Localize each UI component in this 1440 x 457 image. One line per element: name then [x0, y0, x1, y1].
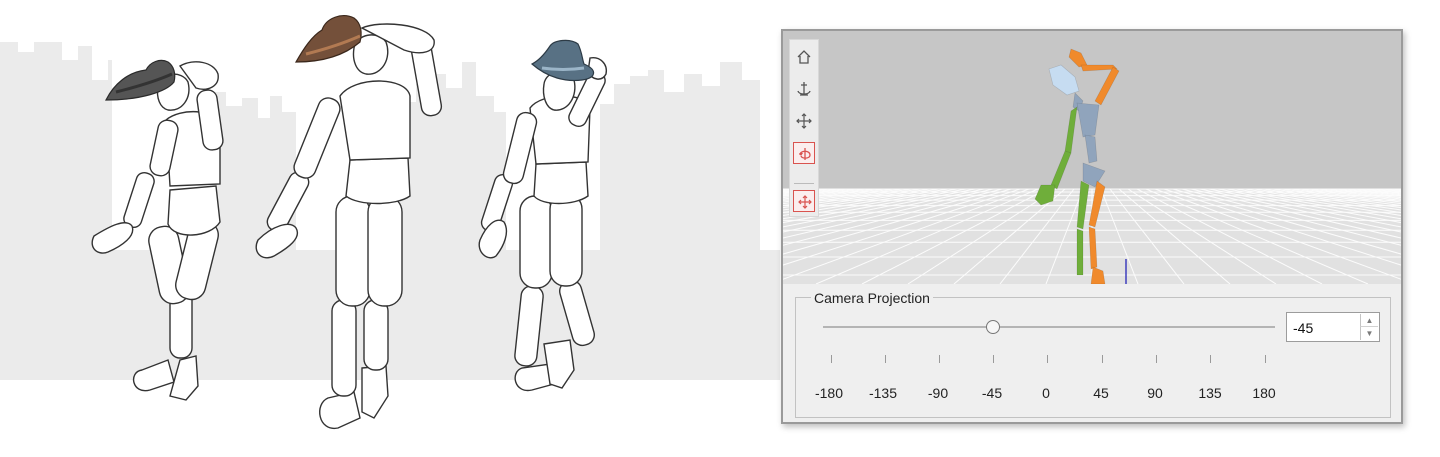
slider-tick: [1156, 355, 1157, 363]
anchor-icon[interactable]: [793, 78, 815, 100]
pose-editor-window: Camera Projection -45 ▲ ▼ -180 -135 -90 …: [781, 29, 1403, 424]
slider-tick: [885, 355, 886, 363]
tick-label: -90: [927, 385, 949, 401]
fedora-hat-blue: [530, 39, 595, 82]
tick-label: 45: [1093, 385, 1109, 401]
tick-label: -45: [981, 385, 1003, 401]
bone-left-shin[interactable]: [1076, 228, 1084, 276]
mannequin-figure-3: [478, 39, 607, 392]
slider-tick: [1210, 355, 1211, 363]
spin-up-icon[interactable]: ▲: [1360, 314, 1378, 327]
tick-label: 0: [1042, 385, 1050, 401]
mannequin-figure-1: [91, 59, 224, 401]
viewport-toolbar: [789, 39, 819, 217]
slider-tick: [1102, 355, 1103, 363]
slider-tick: [1265, 355, 1266, 363]
spin-down-icon[interactable]: ▼: [1360, 327, 1378, 340]
rotate-icon[interactable]: [793, 142, 815, 164]
camera-projection-title: Camera Projection: [811, 290, 933, 306]
slider-tick: [1047, 355, 1048, 363]
camera-projection-value[interactable]: -45: [1293, 320, 1313, 336]
viewport-scene: [783, 31, 1401, 284]
3d-viewport[interactable]: [783, 31, 1401, 284]
move-icon[interactable]: [793, 110, 815, 132]
tick-label: 135: [1198, 385, 1222, 401]
tick-label: 90: [1147, 385, 1163, 401]
mannequin-figure-2: [255, 15, 443, 429]
slider-tick: [993, 355, 994, 363]
tick-label: -180: [814, 385, 844, 401]
mannequin-illustration: [0, 0, 780, 457]
camera-projection-slider-thumb[interactable]: [986, 320, 1000, 334]
camera-projection-spinbox[interactable]: -45 ▲ ▼: [1286, 312, 1380, 342]
slider-tick: [939, 355, 940, 363]
tick-label: -135: [868, 385, 898, 401]
fedora-hat-brown: [294, 15, 362, 63]
camera-projection-slider-track[interactable]: [823, 326, 1275, 328]
pan-icon[interactable]: [793, 190, 815, 212]
slider-tick: [831, 355, 832, 363]
home-icon[interactable]: [793, 46, 815, 68]
tick-label: 180: [1252, 385, 1276, 401]
toolbar-separator: [794, 183, 814, 184]
